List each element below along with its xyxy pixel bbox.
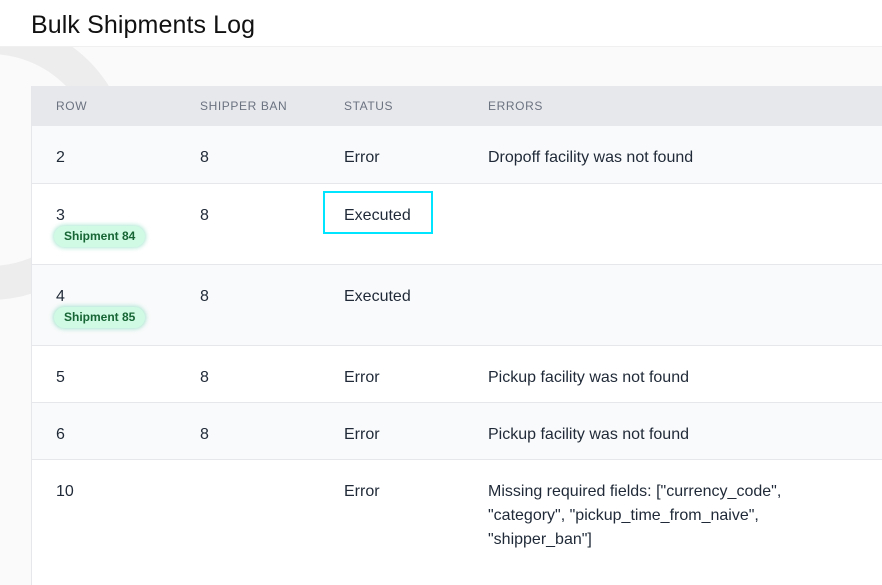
table-row: 5 8 Error Pickup facility was not found xyxy=(32,345,882,402)
page: Bulk Shipments Log ROW SHIPPER BAN STATU… xyxy=(0,0,882,585)
cell-errors: Missing required fields: ["currency_code… xyxy=(488,483,782,548)
column-header-shipper-ban: SHIPPER BAN xyxy=(200,99,288,113)
header: Bulk Shipments Log xyxy=(0,0,882,47)
cell-shipper-ban: 8 xyxy=(200,288,209,305)
cell-shipper-ban: 8 xyxy=(200,149,209,166)
table-row: 10 Error Missing required fields: ["curr… xyxy=(32,459,882,585)
cell-row: 5 xyxy=(56,369,65,386)
shipments-log-table: ROW SHIPPER BAN STATUS ERRORS 2 8 Error … xyxy=(31,86,882,585)
cell-row: 2 xyxy=(56,149,65,166)
shipment-badge[interactable]: Shipment 85 xyxy=(54,307,146,328)
cell-status: Error xyxy=(344,369,380,386)
cell-status: Error xyxy=(344,149,380,166)
cell-row: 3 xyxy=(56,207,65,224)
page-title: Bulk Shipments Log xyxy=(31,11,256,39)
table-row: 4 Shipment 85 8 Executed xyxy=(32,264,882,345)
cell-shipper-ban: 8 xyxy=(200,426,209,443)
column-header-errors: ERRORS xyxy=(488,99,543,113)
table-row: 3 Shipment 84 8 Executed xyxy=(32,183,882,264)
cell-status: Executed xyxy=(344,288,411,305)
column-header-status: STATUS xyxy=(344,99,394,113)
cell-errors: Pickup facility was not found xyxy=(488,369,689,386)
cell-row: 10 xyxy=(56,483,74,500)
column-header-row: ROW xyxy=(56,99,88,113)
cell-shipper-ban: 8 xyxy=(200,369,209,386)
cell-errors: Pickup facility was not found xyxy=(488,426,689,443)
cell-errors: Dropoff facility was not found xyxy=(488,149,694,166)
cell-shipper-ban: 8 xyxy=(200,207,209,224)
cell-status: Error xyxy=(344,426,380,443)
table-row: 2 8 Error Dropoff facility was not found xyxy=(32,126,882,183)
table-header: ROW SHIPPER BAN STATUS ERRORS xyxy=(32,86,882,126)
shipment-badge[interactable]: Shipment 84 xyxy=(54,226,146,247)
cell-status: Error xyxy=(344,483,380,500)
cell-row: 6 xyxy=(56,426,65,443)
cell-row: 4 xyxy=(56,288,65,305)
cell-status: Executed xyxy=(344,207,411,224)
table-row: 6 8 Error Pickup facility was not found xyxy=(32,402,882,459)
